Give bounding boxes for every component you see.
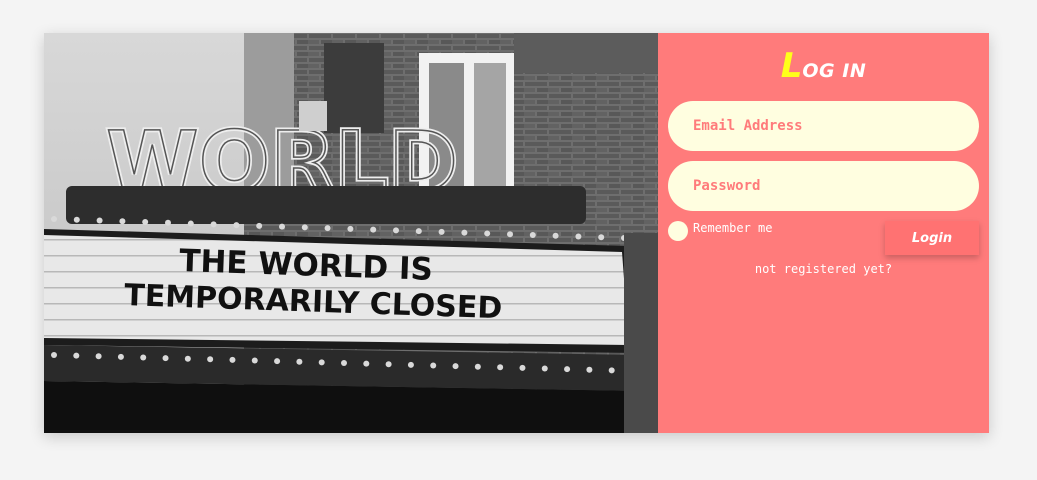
marquee-bulb <box>564 366 571 373</box>
marquee-bulb <box>324 225 331 232</box>
marquee-bulb <box>140 354 147 361</box>
marquee-bulb <box>415 228 422 235</box>
marquee-bulb <box>51 352 57 358</box>
marquee-bulb <box>393 227 399 234</box>
marquee-bulb <box>474 363 481 370</box>
password-field[interactable] <box>668 161 979 211</box>
marquee-bulb <box>51 216 57 222</box>
marquee-bulb <box>363 360 370 367</box>
login-button[interactable]: Login <box>885 221 979 255</box>
marquee-bulb <box>119 218 126 225</box>
marquee-bulb <box>598 234 605 241</box>
marquee-bulb <box>96 217 103 224</box>
marquee-bulb <box>461 229 468 236</box>
marquee-bulb <box>438 228 445 235</box>
marquee-board: THE WORLD IS TEMPORARILY CLOSED <box>44 229 639 353</box>
marquee-bulb <box>117 353 124 360</box>
login-card: WORLD WORLD THE WORLD IS TEMPORARILY CLO… <box>44 33 989 433</box>
marquee-bulb <box>608 367 615 374</box>
marquee-bulb <box>370 226 377 233</box>
marquee-bulb <box>407 361 414 368</box>
marquee-bulb <box>274 358 281 365</box>
marquee-bulb <box>507 231 513 238</box>
remember-me-radio[interactable] <box>668 221 688 241</box>
marquee-bulb <box>207 356 214 363</box>
marquee-bulb <box>162 355 169 362</box>
marquee-bulb <box>233 222 240 229</box>
login-title-initial: L <box>780 46 803 86</box>
marquee-bulb <box>347 225 354 232</box>
marquee-bulb <box>187 220 194 227</box>
theater-marquee-photo: WORLD WORLD THE WORLD IS TEMPORARILY CLO… <box>44 33 658 433</box>
marquee-bulb <box>95 353 102 360</box>
marquee-bulb <box>184 355 191 362</box>
login-title-rest: OG IN <box>802 60 867 82</box>
marquee-bulb <box>341 360 347 366</box>
marquee-bulb <box>318 359 325 366</box>
marquee-bulb <box>256 222 263 229</box>
marquee-bulb <box>296 358 303 365</box>
marquee-top-rail <box>66 186 586 224</box>
marquee-bulb <box>73 216 80 223</box>
login-title: LOG IN <box>658 49 989 83</box>
marquee-bulb <box>497 364 504 371</box>
marquee-bulb <box>529 231 536 238</box>
remember-me[interactable]: Remember me <box>668 221 772 241</box>
marquee-bulb <box>452 363 459 370</box>
marquee-bulb <box>251 357 258 364</box>
marquee-bulb <box>519 364 526 371</box>
marquee-bulb <box>575 233 582 240</box>
marquee-bulb <box>586 366 593 373</box>
marquee-bulb <box>484 230 491 237</box>
email-field[interactable] <box>668 101 979 151</box>
marquee-bulb <box>430 362 437 369</box>
marquee-illustration: WORLD WORLD THE WORLD IS TEMPORARILY CLO… <box>44 33 658 433</box>
marquee-bulb <box>165 219 171 226</box>
marquee-bulb <box>73 352 80 359</box>
marquee-bulb <box>385 361 392 368</box>
marquee-bulb <box>301 224 308 231</box>
marquee-bulb <box>552 232 559 239</box>
marquee-bulb <box>541 365 548 372</box>
register-link[interactable]: not registered yet? <box>658 262 989 276</box>
login-panel: LOG IN Remember me Login not registered … <box>658 33 989 433</box>
remember-me-label: Remember me <box>693 221 773 235</box>
marquee-bulb <box>229 356 236 363</box>
marquee-bulb <box>279 223 285 230</box>
marquee-bulb <box>142 219 149 226</box>
marquee-bulb <box>210 221 217 228</box>
